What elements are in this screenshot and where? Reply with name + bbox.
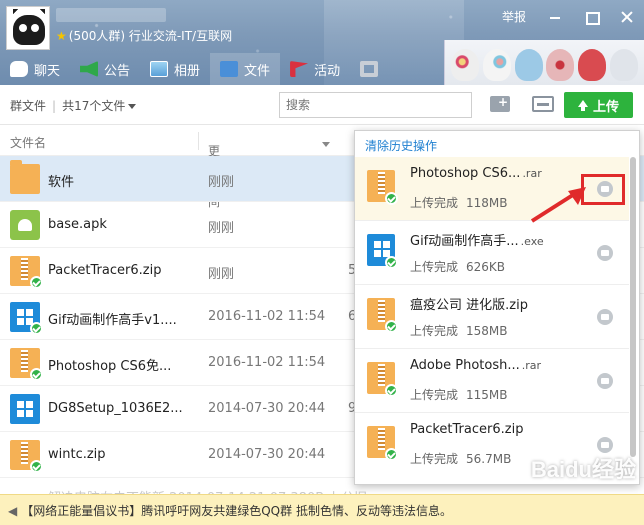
group-avatar[interactable] — [6, 6, 50, 50]
check-icon — [30, 322, 43, 335]
tab-album[interactable]: 相册 — [140, 53, 210, 85]
transfer-list-icon[interactable] — [532, 96, 554, 112]
group-header: ★ (500人群) 行业交流-IT/互联网 举报 聊天 公告 相册 文件 活动 — [0, 0, 644, 85]
maximize-icon[interactable] — [584, 10, 600, 25]
clear-history-link[interactable]: 清除历史操作 — [365, 137, 437, 154]
group-title: ★ (500人群) 行业交流-IT/互联网 — [56, 29, 233, 43]
folder-icon — [10, 160, 40, 194]
list-item[interactable]: Gif动画制作高手... .exe 上传完成 626KB — [355, 221, 629, 285]
upload-button[interactable]: 上传 — [564, 92, 633, 118]
file-toolbar: 群文件|共17个文件 上传 — [0, 85, 644, 125]
activity-icon — [290, 61, 309, 77]
list-item[interactable]: Adobe Photosh... .rar 上传完成 115MB — [355, 349, 629, 413]
minimize-icon[interactable] — [548, 10, 562, 24]
windows-icon — [10, 394, 40, 424]
android-icon — [10, 210, 40, 240]
list-item[interactable]: 瘟疫公司 进化版.zip 上传完成 158MB — [355, 285, 629, 349]
open-folder-icon[interactable] — [597, 373, 613, 389]
zip-icon — [10, 348, 43, 381]
chat-icon — [10, 61, 28, 77]
file-count-filter[interactable]: 共17个文件 — [62, 99, 125, 113]
scrollbar[interactable] — [630, 157, 636, 457]
star-icon: ★ — [56, 29, 67, 43]
group-tabs: 聊天 公告 相册 文件 活动 — [0, 53, 388, 85]
check-icon — [385, 256, 398, 269]
group-name-redacted — [56, 8, 166, 22]
settings-button[interactable] — [350, 53, 388, 85]
windows-icon — [10, 302, 43, 335]
new-folder-icon[interactable] — [490, 95, 510, 112]
notice-banner[interactable]: ◀ 【网络正能量倡议书】腾讯呼吁网友共建绿色QQ群 抵制色情、反动等违法信息。 — [0, 494, 644, 525]
megaphone-icon: ◀ — [8, 504, 18, 518]
zip-icon — [367, 298, 398, 333]
breadcrumb-root[interactable]: 群文件 — [10, 99, 46, 113]
zip-icon — [10, 440, 43, 473]
check-icon — [385, 384, 398, 397]
check-icon — [385, 448, 398, 461]
file-icon — [220, 61, 239, 77]
check-icon — [385, 192, 398, 205]
check-icon — [385, 320, 398, 333]
watermark: Baidu经验 — [530, 457, 636, 482]
tab-activity[interactable]: 活动 — [280, 53, 350, 85]
zip-icon — [367, 426, 398, 461]
tab-chat[interactable]: 聊天 — [0, 53, 70, 85]
zip-icon — [10, 256, 43, 289]
decoration-panel[interactable] — [444, 40, 644, 85]
close-icon[interactable] — [620, 10, 634, 24]
search-input[interactable] — [279, 92, 472, 118]
tab-announcement[interactable]: 公告 — [70, 53, 140, 85]
open-folder-icon[interactable] — [597, 437, 613, 453]
window-controls: 举报 — [502, 8, 634, 25]
announcement-icon — [80, 61, 99, 77]
zip-icon — [367, 362, 398, 397]
breadcrumb: 群文件 | 共17个文件 — [10, 97, 137, 114]
zip-icon — [367, 170, 398, 205]
check-icon — [30, 276, 43, 289]
column-header-name[interactable]: 文件名 — [10, 134, 46, 151]
report-link[interactable]: 举报 — [502, 8, 526, 25]
upload-arrow-icon — [577, 99, 588, 111]
check-icon — [30, 368, 43, 381]
windows-icon — [367, 234, 398, 269]
chevron-down-icon[interactable] — [128, 104, 137, 109]
album-icon — [150, 61, 169, 77]
tab-files[interactable]: 文件 — [210, 53, 281, 85]
gear-icon — [360, 61, 379, 77]
open-folder-icon[interactable] — [597, 245, 613, 261]
open-folder-icon[interactable] — [597, 309, 613, 325]
check-icon — [30, 460, 43, 473]
annotation-arrow-icon — [530, 187, 586, 223]
